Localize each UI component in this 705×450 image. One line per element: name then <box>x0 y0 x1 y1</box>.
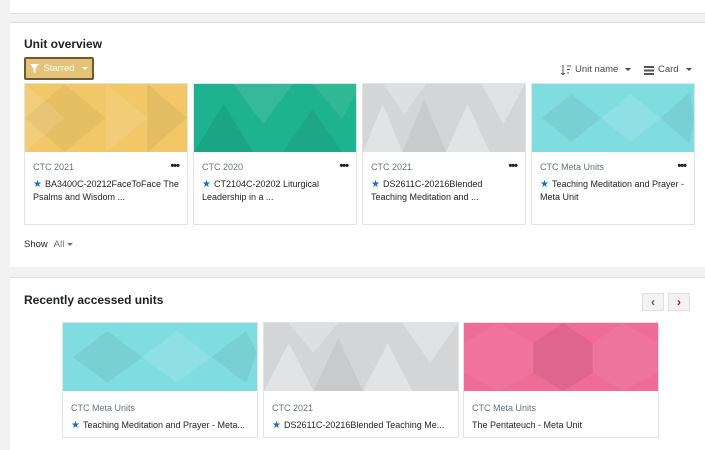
star-icon: ★ <box>371 179 380 190</box>
unit-card-image <box>264 323 458 391</box>
top-panel-edge <box>10 0 705 14</box>
unit-card[interactable]: CTC 2020 ••• ★ CT2104C-20202 Liturgical L… <box>193 83 357 225</box>
star-icon: ★ <box>71 420 80 431</box>
more-dots-icon[interactable]: ••• <box>508 160 518 172</box>
caret-down-icon <box>67 243 74 246</box>
star-icon: ★ <box>272 420 281 431</box>
unit-title: BA3400C-20212FaceToFace The Psalms and W… <box>33 179 179 202</box>
view-label: Card <box>658 64 679 75</box>
unit-title-link[interactable]: ★ Teaching Meditation and Prayer - Meta..… <box>71 419 249 432</box>
unit-title: DS2611C-20216Blended Teaching Meditation… <box>371 179 483 202</box>
unit-title-link[interactable]: ★ Teaching Meditation and Prayer - Meta U… <box>540 178 686 204</box>
recent-unit-card[interactable]: CTC Meta Units The Pentateuch - Meta Uni… <box>463 322 659 438</box>
list-view-icon <box>644 65 654 75</box>
star-icon: ★ <box>540 179 549 190</box>
starred-filter-button[interactable]: Starred <box>24 57 94 80</box>
unit-card[interactable]: CTC 2021 ••• ★ DS2611C-20216Blended Teach… <box>362 83 526 225</box>
unit-category: CTC Meta Units <box>540 162 605 172</box>
caret-down-icon <box>685 68 692 71</box>
unit-title-link[interactable]: ★ DS2611C-20216Blended Teaching Meditatio… <box>371 178 517 204</box>
unit-title: Teaching Meditation and Prayer - Meta Un… <box>540 179 685 202</box>
caret-down-icon <box>81 67 88 70</box>
recent-unit-card[interactable]: CTC Meta Units ★ Teaching Meditation and … <box>62 322 258 438</box>
unit-category: CTC 2021 <box>272 403 314 413</box>
recent-unit-card[interactable]: CTC 2021 ★ DS2611C-20216Blended Teaching … <box>263 322 459 438</box>
show-label: Show <box>24 239 48 250</box>
unit-title: CT2104C-20202 Liturgical Leadership in a… <box>202 179 320 202</box>
more-dots-icon[interactable]: ••• <box>677 160 687 172</box>
unit-category: CTC 2020 <box>202 162 244 172</box>
unit-category: CTC 2021 <box>33 162 75 172</box>
unit-card[interactable]: CTC 2021 ••• ★ BA3400C-20212FaceToFace Th… <box>24 83 188 225</box>
unit-category: CTC 2021 <box>371 162 413 172</box>
unit-title-link[interactable]: ★ BA3400C-20212FaceToFace The Psalms and … <box>33 178 179 204</box>
unit-title-link[interactable]: ★ CT2104C-20202 Liturgical Leadership in … <box>202 178 348 204</box>
section-title-recent: Recently accessed units <box>24 293 164 307</box>
caret-down-icon <box>625 68 632 71</box>
show-dropdown[interactable]: All <box>54 239 74 250</box>
unit-title-link[interactable]: The Pentateuch - Meta Unit <box>472 419 650 432</box>
show-filter: Show All <box>24 239 74 250</box>
unit-card-image <box>25 84 187 152</box>
unit-card-image <box>532 84 694 152</box>
unit-card-image <box>363 84 525 152</box>
sort-dropdown[interactable]: Unit name <box>561 64 632 75</box>
unit-category: CTC Meta Units <box>472 403 537 413</box>
recently-accessed-panel: Recently accessed units ‹ › CTC Meta Uni… <box>10 277 705 450</box>
unit-card[interactable]: CTC Meta Units ••• ★ Teaching Meditation … <box>531 83 695 225</box>
unit-card-image <box>63 323 257 391</box>
sort-alpha-icon <box>561 64 571 75</box>
filter-icon <box>30 64 40 73</box>
more-dots-icon[interactable]: ••• <box>170 160 180 172</box>
chevron-left-icon[interactable]: ‹ <box>642 293 664 311</box>
star-icon: ★ <box>202 179 211 190</box>
more-dots-icon[interactable]: ••• <box>339 160 349 172</box>
chevron-right-icon[interactable]: › <box>668 293 690 311</box>
star-icon: ★ <box>33 179 42 190</box>
unit-title: The Pentateuch - Meta Unit <box>472 420 583 430</box>
unit-card-image <box>464 323 658 391</box>
unit-category: CTC Meta Units <box>71 403 136 413</box>
sort-label: Unit name <box>575 64 619 75</box>
unit-title: Teaching Meditation and Prayer - Meta... <box>82 420 246 430</box>
unit-overview-panel: Unit overview Starred Unit name Card CTC… <box>10 22 705 267</box>
view-dropdown[interactable]: Card <box>644 64 692 75</box>
section-title-unit-overview: Unit overview <box>24 37 103 51</box>
unit-title: DS2611C-20216Blended Teaching Me... <box>283 420 445 430</box>
filter-label: Starred <box>43 63 75 74</box>
unit-card-image <box>194 84 356 152</box>
unit-title-link[interactable]: ★ DS2611C-20216Blended Teaching Me... <box>272 419 450 432</box>
show-value: All <box>53 239 65 250</box>
